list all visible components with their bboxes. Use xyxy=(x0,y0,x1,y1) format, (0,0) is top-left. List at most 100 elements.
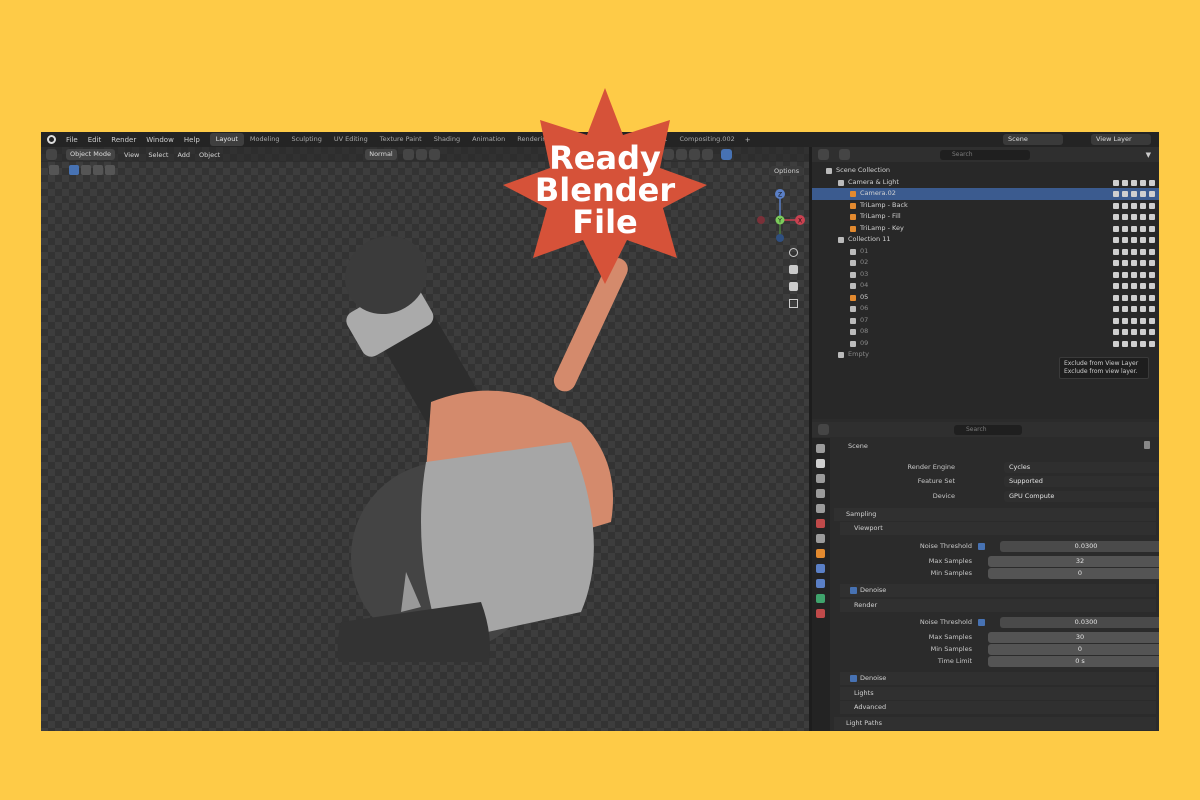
select-intersect-mode-icon[interactable] xyxy=(105,165,115,175)
viewport-icon[interactable] xyxy=(1140,317,1146,324)
outliner-row[interactable]: 04 xyxy=(812,280,1159,292)
select-icon[interactable] xyxy=(1122,225,1128,232)
viewport-menu-view[interactable]: View xyxy=(124,151,139,159)
exclude-checkbox-icon[interactable] xyxy=(1113,283,1119,289)
r-noise-threshold-checkbox[interactable] xyxy=(978,619,985,626)
exclude-checkbox-icon[interactable] xyxy=(1113,294,1119,301)
lights-subpanel-header[interactable]: Lights xyxy=(840,687,1156,700)
select-icon[interactable] xyxy=(1122,237,1128,243)
visibility-toggles[interactable] xyxy=(1113,338,1155,347)
filter-icon[interactable]: ▼ xyxy=(1146,151,1151,159)
zoom-icon[interactable] xyxy=(789,248,798,257)
render-tab-icon[interactable] xyxy=(816,459,825,468)
viewport-icon[interactable] xyxy=(1140,191,1146,197)
visibility-toggles[interactable] xyxy=(1113,269,1155,278)
visibility-toggles[interactable] xyxy=(1113,200,1155,209)
render-engine-dropdown[interactable]: Cycles xyxy=(1004,462,1159,473)
physics-tab-icon[interactable] xyxy=(816,579,825,588)
eye-icon[interactable] xyxy=(1131,191,1137,197)
viewport-icon[interactable] xyxy=(1140,340,1146,347)
viewport-icon[interactable] xyxy=(1140,306,1146,312)
object-tab-icon[interactable] xyxy=(816,549,825,558)
render-icon[interactable] xyxy=(1149,225,1155,232)
editor-type-icon[interactable] xyxy=(46,149,57,160)
navigation-gizmo[interactable]: Z X Y xyxy=(756,182,806,242)
render-icon[interactable] xyxy=(1149,340,1155,347)
outliner-row[interactable]: 05 xyxy=(812,292,1159,304)
outliner-row[interactable]: Camera & Light xyxy=(812,177,1159,189)
device-dropdown[interactable]: GPU Compute xyxy=(1004,491,1159,502)
outliner-row[interactable]: Collection 11 xyxy=(812,234,1159,246)
select-icon[interactable] xyxy=(1122,214,1128,220)
outliner-row[interactable]: TriLamp - Back xyxy=(812,200,1159,212)
viewport-icon[interactable] xyxy=(1140,214,1146,220)
visibility-toggles[interactable] xyxy=(1113,246,1155,255)
transform-orientation[interactable]: Normal xyxy=(365,149,397,160)
vp-denoise-checkbox[interactable] xyxy=(850,587,857,594)
render-icon[interactable] xyxy=(1149,329,1155,335)
select-icon[interactable] xyxy=(1122,340,1128,347)
eye-icon[interactable] xyxy=(1131,202,1137,209)
tab-layout[interactable]: Layout xyxy=(209,133,244,146)
blender-logo-icon[interactable] xyxy=(47,135,56,144)
viewport-icon[interactable] xyxy=(1140,260,1146,266)
visibility-toggles[interactable] xyxy=(1113,188,1155,197)
select-tool-icon[interactable] xyxy=(49,165,59,175)
viewport-subpanel-header[interactable]: Viewport xyxy=(840,522,1156,535)
render-icon[interactable] xyxy=(1149,202,1155,209)
render-icon[interactable] xyxy=(1149,260,1155,266)
sidebar-toggle-icon[interactable] xyxy=(720,149,732,160)
viewport-icon[interactable] xyxy=(1140,283,1146,289)
vp-noise-threshold-checkbox[interactable] xyxy=(978,543,985,550)
eye-icon[interactable] xyxy=(1131,294,1137,301)
menu-render[interactable]: Render xyxy=(111,136,136,144)
viewport-icon[interactable] xyxy=(1140,225,1146,232)
viewport-icon[interactable] xyxy=(1140,271,1146,278)
exclude-checkbox-icon[interactable] xyxy=(1113,248,1119,255)
exclude-checkbox-icon[interactable] xyxy=(1113,317,1119,324)
eye-icon[interactable] xyxy=(1131,179,1137,186)
select-icon[interactable] xyxy=(1122,202,1128,209)
outliner-search-input[interactable]: Search xyxy=(940,149,1030,160)
visibility-toggles[interactable] xyxy=(1113,211,1155,220)
visibility-toggles[interactable] xyxy=(1113,326,1155,335)
select-icon[interactable] xyxy=(1122,306,1128,312)
scene-selector[interactable]: Scene xyxy=(1003,134,1063,145)
select-icon[interactable] xyxy=(1122,317,1128,324)
eye-icon[interactable] xyxy=(1131,306,1137,312)
render-icon[interactable] xyxy=(1149,271,1155,278)
visibility-toggles[interactable] xyxy=(1113,223,1155,232)
eye-icon[interactable] xyxy=(1131,271,1137,278)
data-tab-icon[interactable] xyxy=(816,609,825,618)
exclude-checkbox-icon[interactable] xyxy=(1113,271,1119,278)
r-max-samples-field[interactable]: 30 xyxy=(988,632,1159,643)
menu-edit[interactable]: Edit xyxy=(88,136,102,144)
modifiers-tab-icon[interactable] xyxy=(816,564,825,573)
render-icon[interactable] xyxy=(1149,191,1155,197)
select-icon[interactable] xyxy=(1122,271,1128,278)
outliner-editor-type-icon[interactable] xyxy=(818,149,829,160)
properties-editor-type-icon[interactable] xyxy=(818,424,829,435)
eye-icon[interactable] xyxy=(1131,260,1137,266)
outliner-row[interactable]: 01 xyxy=(812,246,1159,258)
tab-shading[interactable]: Shading xyxy=(428,133,466,146)
render-icon[interactable] xyxy=(1149,214,1155,220)
properties-search-input[interactable]: Search xyxy=(954,424,1022,435)
viewport-menu-object[interactable]: Object xyxy=(199,151,220,159)
exclude-checkbox-icon[interactable] xyxy=(1113,237,1119,243)
view-layer-selector[interactable]: View Layer xyxy=(1091,134,1151,145)
viewport-menu-select[interactable]: Select xyxy=(148,151,168,159)
render-subpanel-header[interactable]: Render xyxy=(840,599,1156,612)
add-workspace-icon[interactable]: + xyxy=(745,136,751,144)
eye-icon[interactable] xyxy=(1131,248,1137,255)
perspective-toggle-icon[interactable] xyxy=(789,299,798,308)
viewport-icon[interactable] xyxy=(1140,294,1146,301)
viewport-icon[interactable] xyxy=(1140,202,1146,209)
output-tab-icon[interactable] xyxy=(816,474,825,483)
menu-window[interactable]: Window xyxy=(146,136,174,144)
eye-icon[interactable] xyxy=(1131,225,1137,232)
select-icon[interactable] xyxy=(1122,179,1128,186)
visibility-toggles[interactable] xyxy=(1113,292,1155,301)
vp-denoise-header[interactable]: Denoise xyxy=(840,584,1156,597)
sampling-panel-header[interactable]: Sampling xyxy=(834,508,1156,521)
